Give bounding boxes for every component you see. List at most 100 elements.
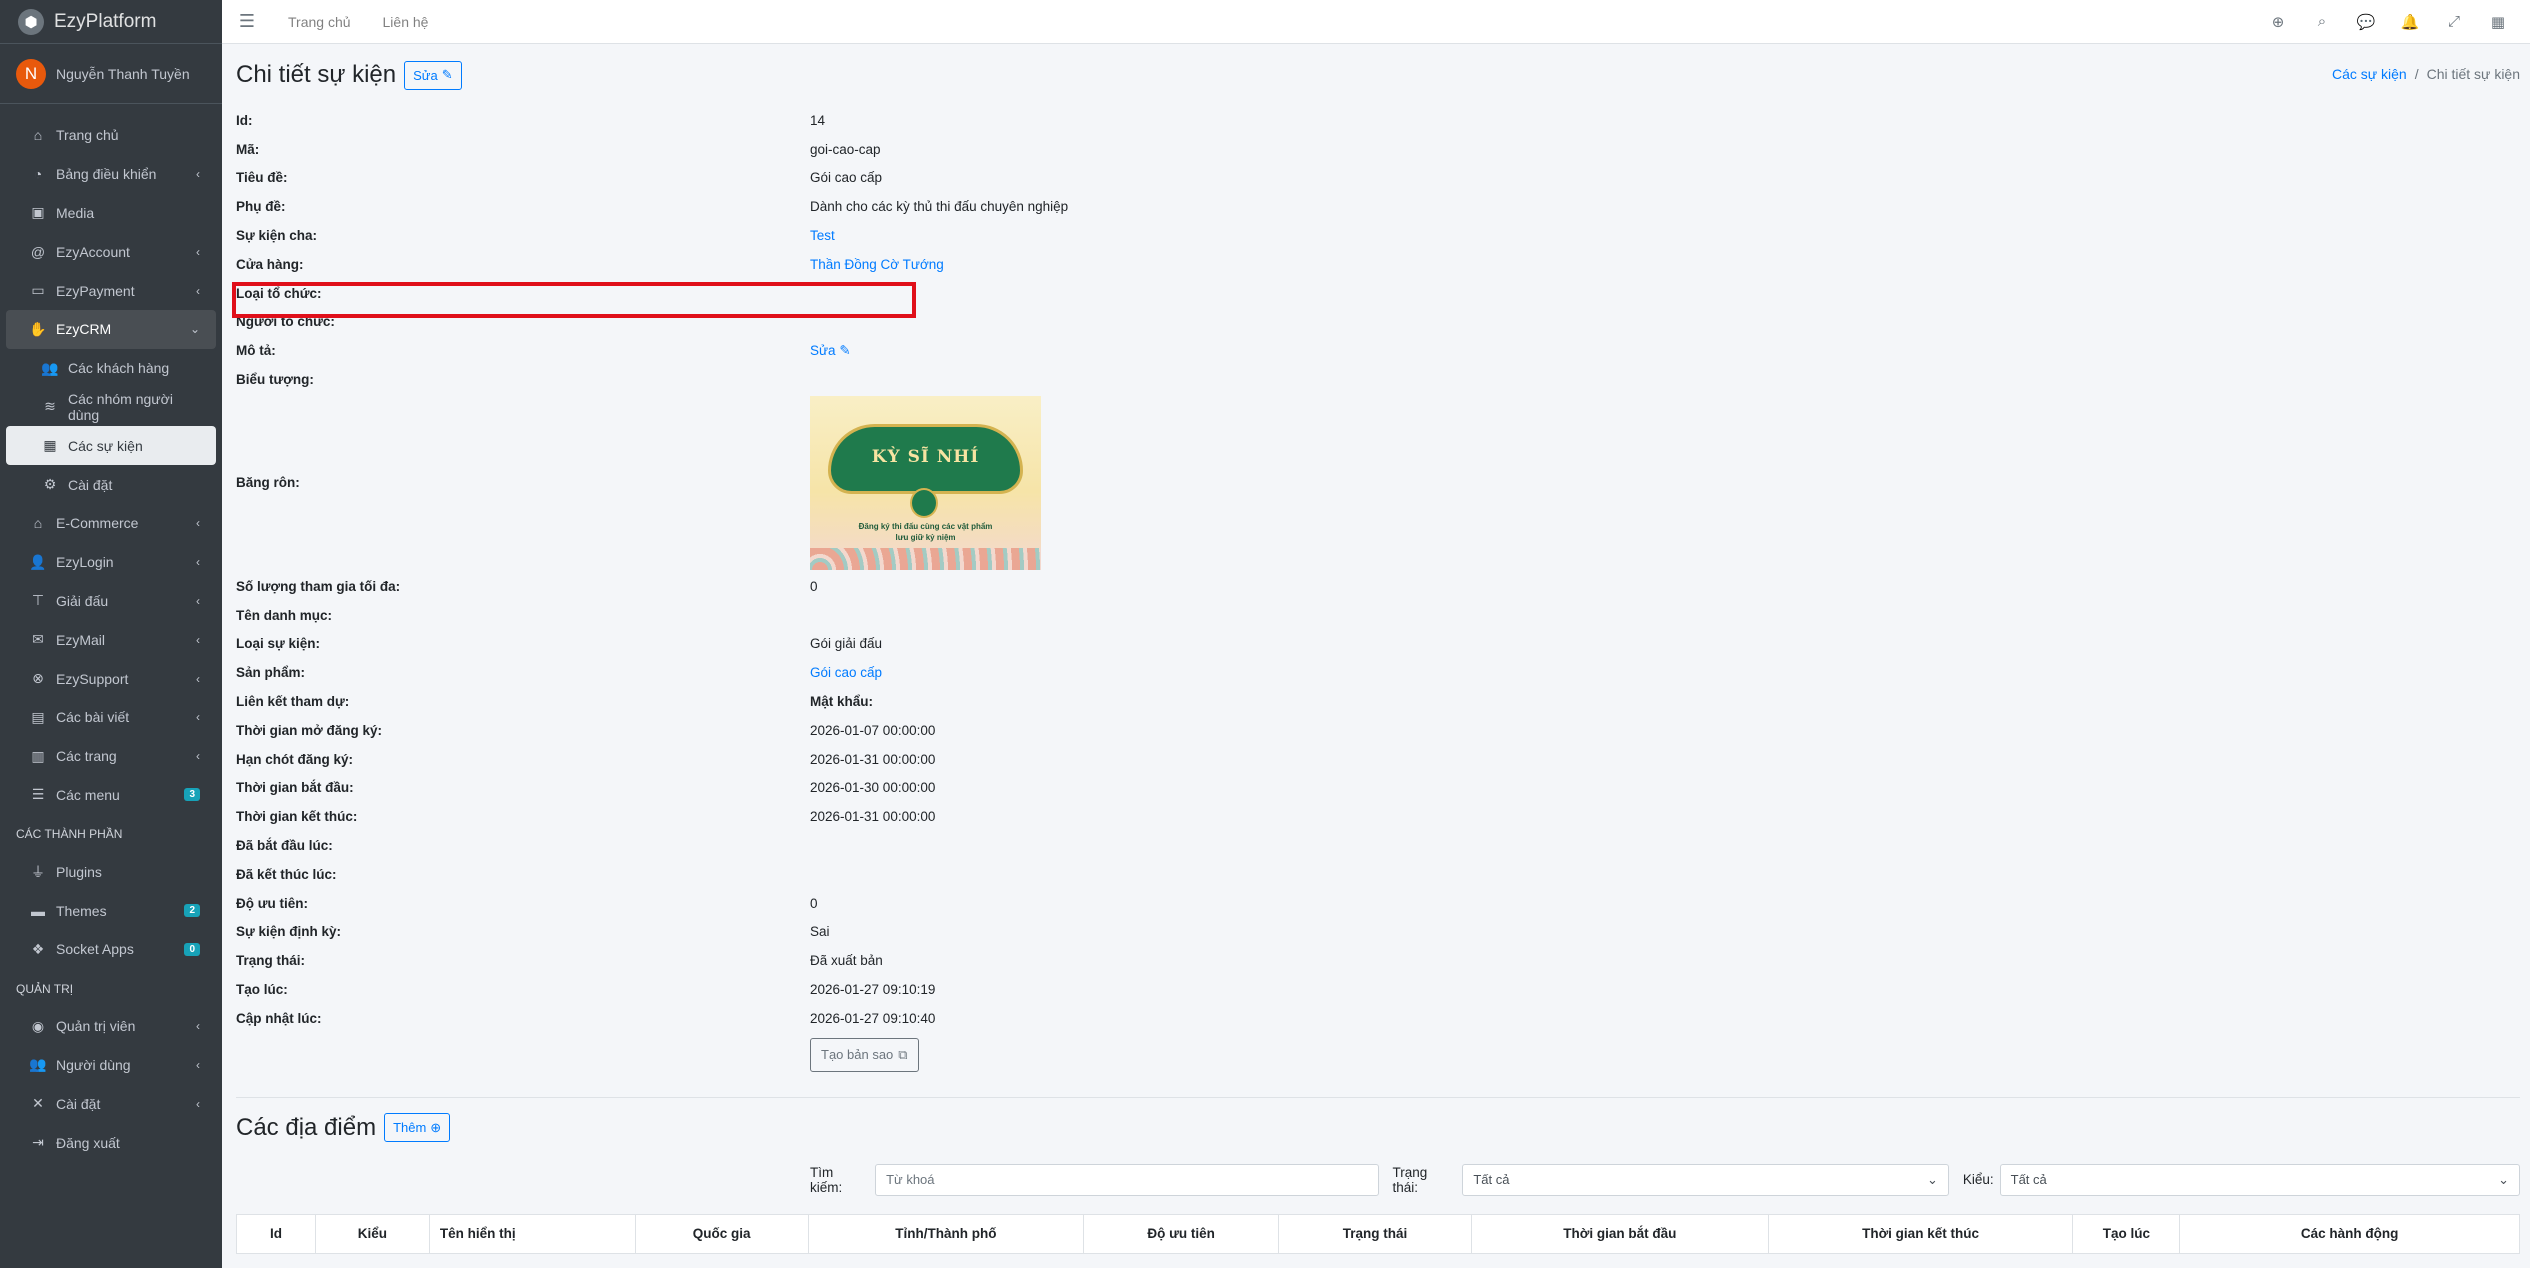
comments-icon[interactable]: 💬 bbox=[2344, 13, 2388, 31]
sidebar-item-media[interactable]: ▣ Media bbox=[6, 194, 216, 233]
edit-icon: ✎ bbox=[839, 342, 851, 358]
sidebar-item-user-groups[interactable]: ≋ Các nhóm người dùng bbox=[6, 388, 216, 427]
user-panel[interactable]: N Nguyễn Thanh Tuyền bbox=[0, 44, 222, 104]
avatar: N bbox=[16, 58, 46, 89]
sidebar-item-users[interactable]: 👥 Người dùng ‹ bbox=[6, 1046, 216, 1085]
store-link[interactable]: Thần Đồng Cờ Tướng bbox=[810, 257, 944, 272]
fullscreen-icon[interactable]: ⤢ bbox=[2432, 13, 2476, 30]
column-header-actions: Các hành động bbox=[2300, 1226, 2399, 1242]
column-header-province[interactable]: Tỉnh/Thành phố bbox=[809, 1214, 1085, 1253]
shop-icon: ⌂ bbox=[33, 515, 43, 532]
sidebar-item-admins[interactable]: ◉ Quản trị viên ‹ bbox=[6, 1007, 216, 1046]
copy-icon: ⧉ bbox=[898, 1046, 908, 1062]
parent-event-link[interactable]: Test bbox=[810, 228, 835, 243]
banner-caption: Đăng ký thi đấu cùng các vật phẩm lưu giữ… bbox=[858, 521, 993, 542]
chevron-down-icon: ⌄ bbox=[189, 322, 200, 337]
chevron-left-icon: ‹ bbox=[196, 1096, 200, 1111]
column-header-end-time[interactable]: Thời gian kết thúc bbox=[1769, 1214, 2074, 1253]
cubes-icon: ❖ bbox=[31, 940, 45, 957]
edit-description-link[interactable]: Sửa ✎ bbox=[810, 343, 851, 358]
detail-row-recurring: Sự kiện định kỳ: Sai bbox=[236, 924, 830, 940]
column-header-status[interactable]: Trạng thái bbox=[1279, 1214, 1472, 1253]
chevron-left-icon: ‹ bbox=[196, 283, 200, 298]
sidebar-item-customers[interactable]: 👥 Các khách hàng bbox=[6, 349, 216, 388]
globe-icon[interactable]: ⊕ bbox=[2256, 13, 2300, 31]
column-header-priority[interactable]: Độ ưu tiên bbox=[1084, 1214, 1280, 1253]
hamburger-icon[interactable]: ☰ bbox=[222, 11, 272, 32]
search-icon[interactable]: ⌕ bbox=[2300, 13, 2344, 30]
banner-fan: KỲ SĨ NHÍ bbox=[828, 423, 1023, 494]
detail-row-organizer-type: Loại tổ chức: bbox=[236, 285, 322, 301]
column-header-country[interactable]: Quốc gia bbox=[636, 1214, 809, 1253]
edit-event-button[interactable]: Sửa ✎ bbox=[404, 60, 462, 90]
sidebar-item-logout[interactable]: ⇥ Đăng xuất bbox=[6, 1123, 216, 1162]
sidebar-item-posts[interactable]: ▤ Các bài viết ‹ bbox=[6, 698, 216, 737]
sidebar-item-events[interactable]: ▦ Các sự kiện bbox=[6, 426, 216, 466]
type-filter-select[interactable]: Tất cả ⌄ bbox=[1999, 1163, 2521, 1196]
chevron-left-icon: ‹ bbox=[196, 710, 200, 725]
calendar-icon: ▦ bbox=[43, 437, 57, 454]
sidebar-item-ezypayment[interactable]: ▭ EzyPayment ‹ bbox=[6, 271, 216, 310]
detail-row-start-time: Thời gian bắt đầu: 2026-01-30 00:00:00 bbox=[236, 780, 936, 796]
sidebar-item-plugins[interactable]: ⏚ Plugins bbox=[6, 852, 216, 891]
breadcrumb-current: Chi tiết sự kiện bbox=[2426, 66, 2520, 82]
cube-icon: ⬢ bbox=[18, 8, 44, 35]
column-header-display-name[interactable]: Tên hiển thị bbox=[430, 1214, 636, 1253]
user-circle-icon: ◉ bbox=[31, 1017, 45, 1034]
detail-row-parent-event: Sự kiện cha: Test bbox=[236, 228, 835, 244]
dashboard-icon: ◔ bbox=[33, 166, 43, 183]
column-header-created-at[interactable]: Tạo lúc bbox=[2073, 1214, 2181, 1253]
at-icon: @ bbox=[30, 243, 46, 260]
sidebar-item-pages[interactable]: ▥ Các trang ‹ bbox=[6, 737, 216, 776]
detail-row-registration-deadline: Hạn chót đăng ký: 2026-01-31 00:00:00 bbox=[236, 751, 936, 767]
chevron-left-icon: ‹ bbox=[196, 593, 200, 608]
layers-icon: ≋ bbox=[44, 398, 56, 415]
sidebar-item-dashboard[interactable]: ◔ Bảng điều khiển ‹ bbox=[6, 155, 216, 194]
themes-badge: 2 bbox=[184, 904, 200, 918]
search-input[interactable]: Từ khoá bbox=[875, 1163, 1379, 1196]
duplicate-button[interactable]: Tạo bản sao ⧉ bbox=[810, 1037, 919, 1072]
locations-table-header: Id Kiểu Tên hiển thị Quốc gia Tỉnh/Thành… bbox=[236, 1213, 2520, 1254]
bars-icon: ☰ bbox=[31, 786, 45, 803]
sidebar-item-ezymail[interactable]: ✉ EzyMail ‹ bbox=[6, 620, 216, 659]
column-header-start-time[interactable]: Thời gian bắt đầu bbox=[1472, 1214, 1769, 1253]
sidebar-item-ezycrm[interactable]: ✋ EzyCRM ⌄ bbox=[6, 309, 216, 349]
search-label: Tìm kiếm: bbox=[810, 1164, 843, 1195]
bell-icon[interactable]: 🔔 bbox=[2388, 13, 2432, 31]
menus-badge: 3 bbox=[184, 788, 200, 802]
sidebar-item-crm-settings[interactable]: ⚙ Cài đặt bbox=[6, 465, 216, 504]
product-link[interactable]: Gói cao cấp bbox=[810, 665, 882, 680]
status-filter-label: Trạng thái: bbox=[1392, 1164, 1428, 1195]
column-header-id[interactable]: Id bbox=[237, 1214, 316, 1253]
sidebar-item-ezysupport[interactable]: ⊗ EzySupport ‹ bbox=[6, 659, 216, 698]
newspaper-icon: ▤ bbox=[31, 708, 45, 725]
chevron-down-icon: ⌄ bbox=[2498, 1171, 2510, 1187]
breadcrumb-events-link[interactable]: Các sự kiện bbox=[2332, 66, 2407, 82]
status-filter-select[interactable]: Tất cả ⌄ bbox=[1462, 1163, 1949, 1196]
detail-row-registration-open: Thời gian mở đăng ký: 2026-01-07 00:00:00 bbox=[236, 722, 936, 738]
sidebar-item-ezyaccount[interactable]: @ EzyAccount ‹ bbox=[6, 232, 216, 271]
detail-row-description: Mô tả: Sửa ✎ bbox=[236, 342, 851, 359]
sidebar-item-socket-apps[interactable]: ❖ Socket Apps 0 bbox=[6, 930, 216, 969]
chevron-left-icon: ‹ bbox=[196, 671, 200, 686]
sidebar-item-ecommerce[interactable]: ⌂ E-Commerce ‹ bbox=[6, 504, 216, 543]
detail-row-join-link: Liên kết tham dự: Mật khẩu: bbox=[236, 694, 874, 710]
top-link-contact[interactable]: Liên hệ bbox=[367, 14, 445, 30]
top-link-home[interactable]: Trang chủ bbox=[272, 14, 367, 30]
user-lock-icon: 👤 bbox=[29, 553, 47, 570]
sidebar-item-ezylogin[interactable]: 👤 EzyLogin ‹ bbox=[6, 543, 216, 582]
cogs-icon: ⚙ bbox=[43, 476, 57, 493]
sidebar-item-tournaments[interactable]: ⊤ Giải đấu ‹ bbox=[6, 582, 216, 621]
user-name: Nguyễn Thanh Tuyền bbox=[56, 65, 190, 82]
sitemap-icon: ⊤ bbox=[31, 592, 45, 609]
sidebar-item-themes[interactable]: ▬ Themes 2 bbox=[6, 891, 216, 930]
brand[interactable]: ⬢ EzyPlatform bbox=[0, 0, 222, 44]
sidebar-item-menus[interactable]: ☰ Các menu 3 bbox=[6, 776, 216, 815]
add-location-button[interactable]: Thêm ⊕ bbox=[384, 1113, 451, 1143]
sidebar-item-home[interactable]: ⌂ Trang chủ bbox=[6, 116, 216, 155]
chevron-left-icon: ‹ bbox=[196, 632, 200, 647]
grid-icon[interactable]: ▦ bbox=[2476, 13, 2520, 31]
sidebar-item-settings[interactable]: ✕ Cài đặt ‹ bbox=[6, 1084, 216, 1123]
detail-row-product: Sản phẩm: Gói cao cấp bbox=[236, 665, 883, 681]
column-header-type[interactable]: Kiểu bbox=[316, 1214, 430, 1253]
